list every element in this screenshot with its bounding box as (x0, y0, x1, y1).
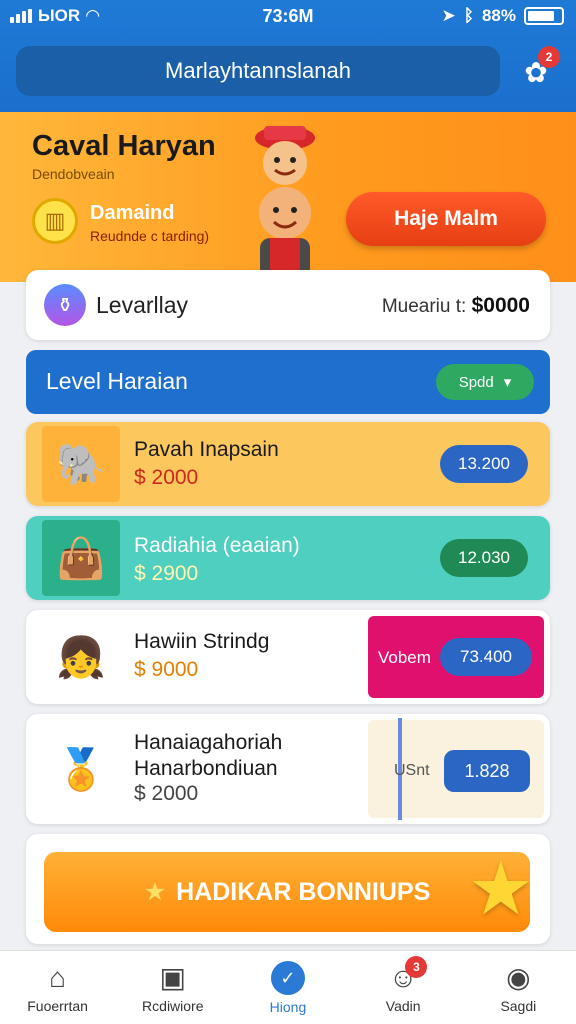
nav-user[interactable]: ☺ 3 Vadin (346, 951, 461, 1024)
nav-label: Vadin (385, 998, 421, 1014)
item-price: $ 9000 (134, 658, 199, 681)
list-item[interactable]: 👜 Radiahia (eaaian) $ 2900 12.030 (26, 516, 550, 600)
hero-title: Caval Haryan (32, 130, 216, 162)
wallet-icon: ▣ (159, 962, 187, 993)
big-star-icon: ★ (467, 847, 534, 930)
nav-home[interactable]: ⌂ Fuoerrtan (0, 951, 115, 1024)
hero-cta-button[interactable]: Haje Malm (346, 192, 546, 246)
bonus-label: HADIKAR BONNIUPS (176, 877, 431, 906)
level-target: Mueariu t: $0000 (382, 294, 530, 318)
share-button[interactable]: ✿ 2 (516, 46, 560, 92)
location-icon: ➤ (441, 6, 456, 25)
filter-dropdown[interactable]: Spdd ▾ (436, 364, 534, 400)
hero-subtitle: Dendobveain (32, 166, 115, 182)
bonus-button[interactable]: ★ HADIKAR BONNIUPS ★ (44, 847, 534, 932)
bonus-card: ★ HADIKAR BONNIUPS ★ (26, 834, 550, 944)
item-action-button[interactable]: 73.400 (440, 638, 532, 676)
item-name: Hawiin Strindg (134, 630, 270, 653)
nav-badge: 3 (405, 956, 428, 978)
bottle-icon: ⚱ (44, 284, 86, 326)
search-bar[interactable]: Marlayhtannslanah (16, 46, 500, 96)
chevron-down-icon: ▾ (503, 374, 512, 391)
list-item[interactable]: 🏅 Hanaiagahoriah Hanarbondiuan $ 2000 US… (26, 714, 550, 824)
item-tag: Vobem (378, 648, 431, 667)
item-name: Pavah Inapsain (134, 438, 279, 461)
user-icon: ☺ 3 (389, 956, 428, 994)
bottom-navigation: ⌂ Fuoerrtan ▣ Rcdiwiore ✓ Hiong ☺ 3 Vadin… (0, 950, 576, 1024)
item-price: $ 2000 (134, 782, 199, 805)
search-text: Marlayhtannslanah (165, 58, 351, 83)
list-item[interactable]: 🐘 Pavah Inapsain $ 2000 13.200 (26, 422, 550, 506)
bag-icon: 👜 (42, 520, 120, 596)
nav-label: Rcdiwiore (142, 998, 204, 1014)
section-title: Level Haraian (46, 368, 188, 394)
list-item[interactable]: 👧 Hawiin Strindg $ 9000 Vobem 73.400 (26, 610, 550, 704)
nav-active[interactable]: ✓ Hiong (230, 951, 345, 1024)
item-name: Radiahia (eaaian) (134, 534, 300, 557)
level-card[interactable]: ⚱ Levarllay Mueariu t: $0000 (26, 270, 550, 340)
item-price: $ 2000 (134, 466, 199, 489)
item-action-button[interactable]: 13.200 (440, 445, 528, 483)
item-name: Hanaiagahoriah Hanarbondiuan (134, 731, 283, 780)
nav-label: Hiong (269, 999, 307, 1015)
nav-wallet[interactable]: ▣ Rcdiwiore (115, 951, 230, 1024)
item-action-button[interactable]: 12.030 (440, 539, 528, 577)
check-icon: ✓ (270, 961, 305, 995)
bluetooth-icon: ᛒ (463, 6, 474, 25)
nav-label: Sagdi (500, 998, 537, 1014)
battery-icon (524, 7, 564, 25)
hero-banner: Caval Haryan Dendobveain ▥ Damaind Reudn… (0, 112, 576, 282)
home-icon: ⌂ (49, 962, 67, 993)
girl-avatar-icon: 👧 (56, 635, 106, 680)
badge-icon: 🏅 (56, 747, 106, 792)
nav-profile[interactable]: ◉ Sagdi (461, 951, 576, 1024)
level-target-label: Mueariu t: (381, 296, 467, 317)
coin-icon: ▥ (32, 198, 78, 244)
notification-badge: 2 (538, 46, 560, 68)
battery-percent: 88% (481, 6, 516, 25)
status-bar: ЫOR ◠ 73:6M ➤ ᛒ 88% (0, 0, 576, 32)
app-header: ЫOR ◠ 73:6M ➤ ᛒ 88% Marlayhtannslanah ✿ … (0, 0, 576, 112)
coin-title: Damaind (90, 202, 175, 224)
profile-icon: ◉ (506, 962, 531, 993)
star-icon: ★ (143, 878, 167, 906)
nav-label: Fuoerrtan (27, 998, 88, 1014)
mascot-illustration (255, 126, 315, 278)
level-label: Levarllay (96, 292, 189, 318)
item-action-button[interactable]: 1.828 (444, 750, 530, 792)
section-header: Level Haraian Spdd ▾ (26, 350, 550, 414)
elephant-icon: 🐘 (42, 426, 120, 502)
level-target-value: $0000 (471, 294, 530, 317)
coin-subtitle: Reudnde c tarding) (90, 228, 210, 244)
item-tag: USnt (394, 762, 430, 779)
item-price: $ 2900 (134, 562, 199, 585)
filter-label: Spdd (458, 373, 494, 391)
